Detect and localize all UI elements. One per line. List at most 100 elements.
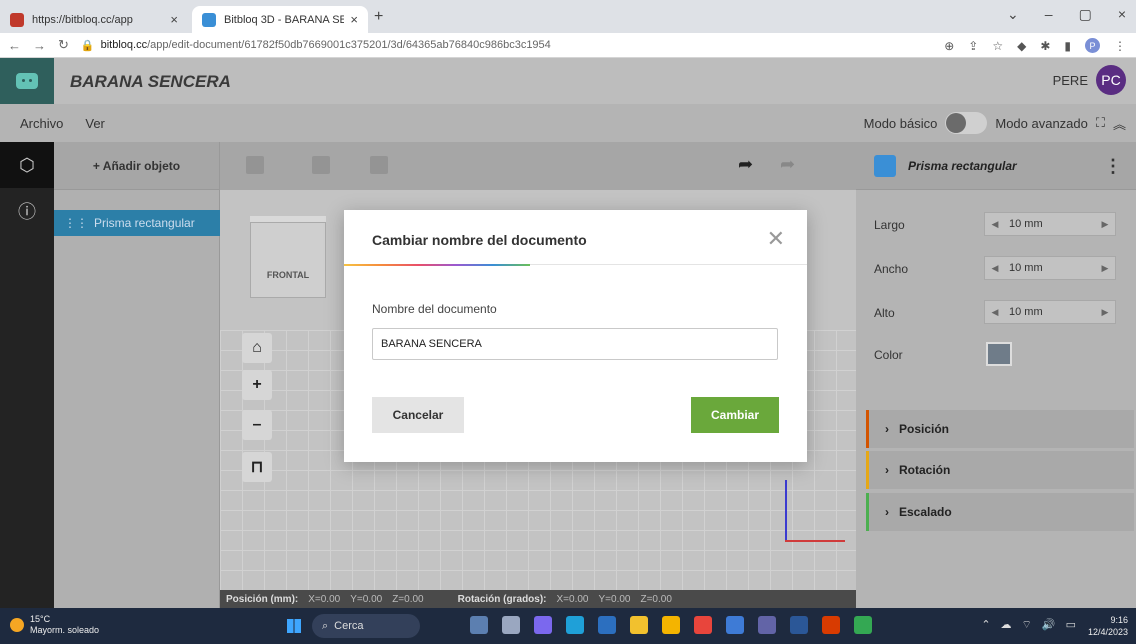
windows-start-icon[interactable] [287,619,301,633]
reload-icon[interactable]: ↻ [58,37,69,53]
collapse-icon[interactable]: ︽ [1113,114,1126,133]
drag-handle-icon[interactable]: ⋮⋮ [64,216,88,230]
ancho-value[interactable]: 10 mm [1005,262,1095,274]
extension-icon[interactable]: ◆ [1017,39,1026,53]
zoom-out-button[interactable]: – [242,410,272,440]
chrome-app-icon[interactable] [694,616,712,634]
home-view-button[interactable]: ⌂ [242,333,272,363]
new-tab-icon[interactable]: + [374,8,383,26]
rot-x: X=0.00 [556,593,589,605]
section-rotacion[interactable]: › Rotación [866,451,1134,489]
browser-tab-active[interactable]: Bitbloq 3D - BARANA SENCERA × [192,6,368,33]
cube-objects-icon[interactable]: ⬡ [0,142,54,188]
forward-icon[interactable]: → [33,38,46,53]
alto-stepper[interactable]: ◀ 10 mm ▶ [984,300,1116,324]
minimize-icon[interactable]: – [1045,6,1053,23]
list-item[interactable]: ⋮⋮ Prisma rectangular [54,210,220,236]
rotation-label: Rotación (grados): [457,593,547,605]
section-posicion[interactable]: › Posición [866,410,1134,448]
section-label: Posición [899,422,950,436]
zoom-in-button[interactable]: + [242,370,272,400]
calendar-app-icon[interactable] [726,616,744,634]
bitbloq-logo-icon[interactable] [0,58,54,104]
decrement-icon[interactable]: ◀ [985,219,1005,230]
store-app-icon[interactable] [630,616,648,634]
increment-icon[interactable]: ▶ [1095,263,1115,274]
info-icon[interactable]: ⓘ [0,188,54,234]
decrement-icon[interactable]: ◀ [985,263,1005,274]
office-app-icon[interactable] [822,616,840,634]
avatar[interactable]: PC [1096,65,1126,95]
increment-icon[interactable]: ▶ [1095,219,1115,230]
menu-ver[interactable]: Ver [85,116,105,131]
ancho-stepper[interactable]: ◀ 10 mm ▶ [984,256,1116,280]
close-tab-icon[interactable]: × [350,12,358,27]
group-icon[interactable] [246,156,264,174]
add-object-button[interactable]: + Añadir objeto [54,142,219,190]
selected-object-name[interactable]: Prisma rectangular [908,159,1017,173]
battery-icon[interactable]: ▭ [1066,618,1076,632]
back-icon[interactable]: ← [8,38,21,53]
view-cube[interactable] [250,222,326,298]
tab-search-icon[interactable]: ⌄ [1007,6,1019,23]
close-tab-icon[interactable]: × [170,12,178,27]
chrome-active-icon[interactable] [854,616,872,634]
user-menu[interactable]: PERE PC [1053,65,1126,95]
url-field[interactable]: bitbloq.cc/app/edit-document/61782f50db7… [101,39,551,51]
weather-widget[interactable]: 15°C Mayorm. soleado [10,614,99,636]
mail-app-icon[interactable] [598,616,616,634]
zoom-icon[interactable]: ⊕ [944,39,954,53]
volume-icon[interactable]: 🔊 [1042,618,1056,632]
object-panel: + Añadir objeto ⋮⋮ Prisma rectangular [54,142,220,608]
color-swatch[interactable] [986,342,1012,366]
more-options-icon[interactable]: ⋮ [1104,156,1122,177]
pos-x: X=0.00 [308,593,341,605]
cancel-button[interactable]: Cancelar [372,397,464,433]
largo-value[interactable]: 10 mm [1005,218,1095,230]
largo-stepper[interactable]: ◀ 10 mm ▶ [984,212,1116,236]
share-icon[interactable]: ⇪ [968,39,978,53]
task-view-icon[interactable] [502,616,520,634]
duplicate-icon[interactable] [312,156,330,174]
edge-app-icon[interactable] [566,616,584,634]
extensions-puzzle-icon[interactable]: ✱ [1040,39,1050,53]
section-escalado[interactable]: › Escalado [866,493,1134,531]
rename-confirm-button[interactable]: Cambiar [691,397,779,433]
widgets-app-icon[interactable] [470,616,488,634]
document-name-input[interactable] [372,328,778,360]
clock[interactable]: 9:16 12/4/2023 [1088,614,1128,638]
wifi-icon[interactable]: ⌔ [1022,618,1032,632]
close-window-icon[interactable]: × [1118,6,1126,23]
document-title[interactable]: BARANA SENCERA [70,72,231,92]
tab-title: Bitbloq 3D - BARANA SENCERA [224,13,345,26]
undo-icon[interactable]: ➦ [738,154,753,175]
sidepanel-icon[interactable]: ▮ [1064,39,1071,53]
lock-icon: 🔒 [80,39,95,52]
maximize-icon[interactable]: ▢ [1079,6,1092,23]
cloud-icon[interactable]: ☁ [1001,618,1012,632]
chevron-up-icon[interactable]: ⌃ [981,618,990,632]
user-name: PERE [1052,72,1088,88]
menu-archivo[interactable]: Archivo [20,116,63,131]
mode-toggle[interactable] [945,112,988,134]
browser-menu-icon[interactable]: ⋮ [1114,39,1126,53]
increment-icon[interactable]: ▶ [1095,307,1115,318]
accent-gradient [344,264,530,266]
taskbar-search[interactable]: ⌕ Cerca [312,614,420,638]
editor-toolbar: ➦ ➦ [220,142,856,190]
browser-tab[interactable]: https://bitbloq.cc/app × [0,6,188,33]
fullscreen-icon[interactable]: ⛶ [1096,115,1105,131]
perspective-button[interactable]: ⊓ [242,452,272,482]
redo-icon[interactable]: ➦ [780,154,795,175]
close-icon[interactable]: ✕ [767,226,785,252]
paste-icon[interactable] [370,156,388,174]
decrement-icon[interactable]: ◀ [985,307,1005,318]
chat-app-icon[interactable] [534,616,552,634]
file-explorer-icon[interactable] [662,616,680,634]
alto-value[interactable]: 10 mm [1005,306,1095,318]
word-app-icon[interactable] [790,616,808,634]
position-label: Posición (mm): [226,593,299,605]
profile-avatar[interactable]: P [1085,38,1100,53]
bookmark-star-icon[interactable]: ☆ [992,39,1003,53]
teams-app-icon[interactable] [758,616,776,634]
